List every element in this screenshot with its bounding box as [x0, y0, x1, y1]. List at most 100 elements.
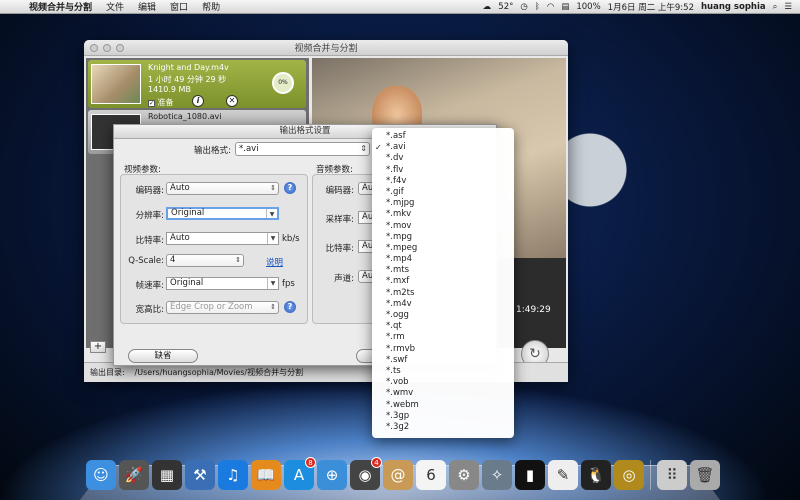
ready-label: 准备: [157, 98, 174, 107]
ready-checkbox[interactable]: ✓ 准备: [148, 97, 174, 108]
format-option[interactable]: *.mp4: [372, 254, 514, 265]
format-select[interactable]: *.avi: [235, 142, 370, 156]
terminal-icon[interactable]: ▮: [515, 460, 545, 490]
xcode-icon[interactable]: ⚒: [185, 460, 215, 490]
file-name: Robotica_1080.avi: [148, 112, 222, 121]
qscale-help-link[interactable]: 说明: [266, 256, 283, 268]
aspect-value: Edge Crop or Zoom: [170, 302, 253, 312]
aspect-select[interactable]: Edge Crop or Zoom ⇕: [166, 301, 279, 314]
calendar-icon[interactable]: 6: [416, 460, 446, 490]
qscale-select[interactable]: 4 ⇕: [166, 254, 244, 267]
video-codec-help-icon[interactable]: ?: [284, 182, 296, 194]
resolution-value: Original: [171, 208, 205, 218]
photo-booth-icon[interactable]: ◉ 4: [350, 457, 382, 490]
menu-help[interactable]: 帮助: [195, 0, 227, 13]
default-button[interactable]: 缺省: [128, 349, 198, 363]
video-app-icon[interactable]: ◎: [614, 460, 644, 490]
temperature[interactable]: 52°: [498, 2, 513, 12]
list-icon[interactable]: ☰: [784, 2, 792, 12]
dock-badge: 8: [305, 457, 316, 468]
fps-combo[interactable]: Original ▼: [166, 277, 279, 290]
menu-app-name[interactable]: 视频合并与分割: [22, 0, 99, 13]
format-option[interactable]: *.mpeg: [372, 243, 514, 254]
format-option[interactable]: *.avi: [372, 142, 514, 153]
file-item[interactable]: Knight and Day.m4v 1 小时 49 分钟 29 秒 1410.…: [88, 60, 306, 108]
format-option[interactable]: *.mov: [372, 221, 514, 232]
format-option[interactable]: *.mpg: [372, 232, 514, 243]
format-option[interactable]: *.rmvb: [372, 344, 514, 355]
format-option[interactable]: *.swf: [372, 355, 514, 366]
downloads-stack-icon[interactable]: ⠿: [657, 460, 687, 490]
remove-icon[interactable]: ✕: [226, 95, 238, 107]
add-file-button[interactable]: +: [90, 341, 106, 353]
window-title: 视频合并与分割: [294, 44, 358, 54]
format-option[interactable]: *.3g2: [372, 422, 514, 433]
qq-icon[interactable]: 🐧: [581, 460, 611, 490]
format-option[interactable]: *.rm: [372, 332, 514, 343]
trash-icon[interactable]: 🗑: [690, 460, 720, 490]
resolution-label: 分辨率:: [135, 211, 164, 221]
flag-icon[interactable]: ▤: [561, 2, 569, 12]
format-option[interactable]: *.mkv: [372, 209, 514, 220]
app-store-icon[interactable]: A8: [284, 457, 316, 490]
format-option[interactable]: *.webm: [372, 400, 514, 411]
utility-icon[interactable]: ✧: [482, 460, 512, 490]
audio-bitrate-label: 比特率:: [325, 244, 354, 254]
safari-icon[interactable]: ⊕: [317, 460, 347, 490]
menu-window[interactable]: 窗口: [163, 0, 195, 13]
format-option[interactable]: *.m4v: [372, 299, 514, 310]
ibooks-icon[interactable]: 📖: [251, 460, 281, 490]
window-titlebar: 视频合并与分割: [84, 40, 568, 56]
weather-icon[interactable]: ☁: [483, 2, 492, 12]
file-duration: 1 小时 49 分钟 29 秒: [148, 75, 227, 84]
user-name[interactable]: huang sophia: [701, 2, 766, 12]
format-option[interactable]: *.dv: [372, 153, 514, 164]
textedit-icon[interactable]: ✎: [548, 460, 578, 490]
format-option[interactable]: *.m2ts: [372, 288, 514, 299]
launchpad-icon[interactable]: 🚀: [119, 460, 149, 490]
date-time[interactable]: 1月6日 周二 上午9:52: [608, 1, 694, 13]
output-label: 输出目录:: [90, 368, 125, 377]
format-option[interactable]: *.ogg: [372, 310, 514, 321]
menu-edit[interactable]: 编辑: [131, 0, 163, 13]
video-codec-select[interactable]: Auto ⇕: [166, 182, 279, 195]
aspect-help-icon[interactable]: ?: [284, 301, 296, 313]
contacts-icon[interactable]: @: [383, 460, 413, 490]
itunes-icon[interactable]: ♫: [218, 460, 248, 490]
format-option[interactable]: *.f4v: [372, 176, 514, 187]
bitrate-unit: kb/s: [282, 234, 300, 244]
clock-icon[interactable]: ◷: [520, 2, 527, 12]
menu-bar: 视频合并与分割 文件 编辑 窗口 帮助 ☁ 52° ◷ ᛒ ◠ ▤ 100% 1…: [0, 0, 800, 14]
format-option[interactable]: *.mxf: [372, 276, 514, 287]
wifi-icon[interactable]: ◠: [547, 2, 554, 12]
mission-control-icon[interactable]: ▦: [152, 460, 182, 490]
video-bitrate-label: 比特率:: [135, 236, 164, 246]
format-option[interactable]: *.qt: [372, 321, 514, 332]
system-preferences-icon[interactable]: ⚙: [449, 460, 479, 490]
resolution-combo[interactable]: Original ▼: [166, 207, 279, 220]
info-icon[interactable]: i: [192, 95, 204, 107]
format-option[interactable]: *.ts: [372, 366, 514, 377]
format-option[interactable]: *.3gp: [372, 411, 514, 422]
format-option[interactable]: *.wmv: [372, 388, 514, 399]
video-codec-value: Auto: [170, 183, 190, 193]
menu-file[interactable]: 文件: [99, 0, 131, 13]
spotlight-icon[interactable]: ⌕: [773, 2, 778, 12]
format-dropdown-menu: *.asf*.avi*.dv*.flv*.f4v*.gif*.mjpg*.mkv…: [372, 128, 514, 438]
format-option[interactable]: *.gif: [372, 187, 514, 198]
format-option[interactable]: *.flv: [372, 165, 514, 176]
channels-label: 声道:: [334, 274, 354, 284]
bluetooth-icon[interactable]: ᛒ: [535, 2, 540, 12]
format-option[interactable]: *.asf: [372, 131, 514, 142]
format-option[interactable]: *.mts: [372, 265, 514, 276]
video-codec-label: 编码器:: [135, 186, 164, 196]
qscale-label: Q-Scale:: [128, 256, 164, 266]
format-option[interactable]: *.vob: [372, 377, 514, 388]
file-size: 1410.9 MB: [148, 85, 191, 94]
battery-level[interactable]: 100%: [576, 2, 600, 12]
video-bitrate-combo[interactable]: Auto ▼: [166, 232, 279, 245]
finder-icon[interactable]: ☺: [86, 460, 116, 490]
output-path[interactable]: /Users/huangsophia/Movies/视频合并与分割: [135, 368, 304, 377]
format-option[interactable]: *.mjpg: [372, 198, 514, 209]
progress-circle: 0%: [272, 72, 294, 94]
